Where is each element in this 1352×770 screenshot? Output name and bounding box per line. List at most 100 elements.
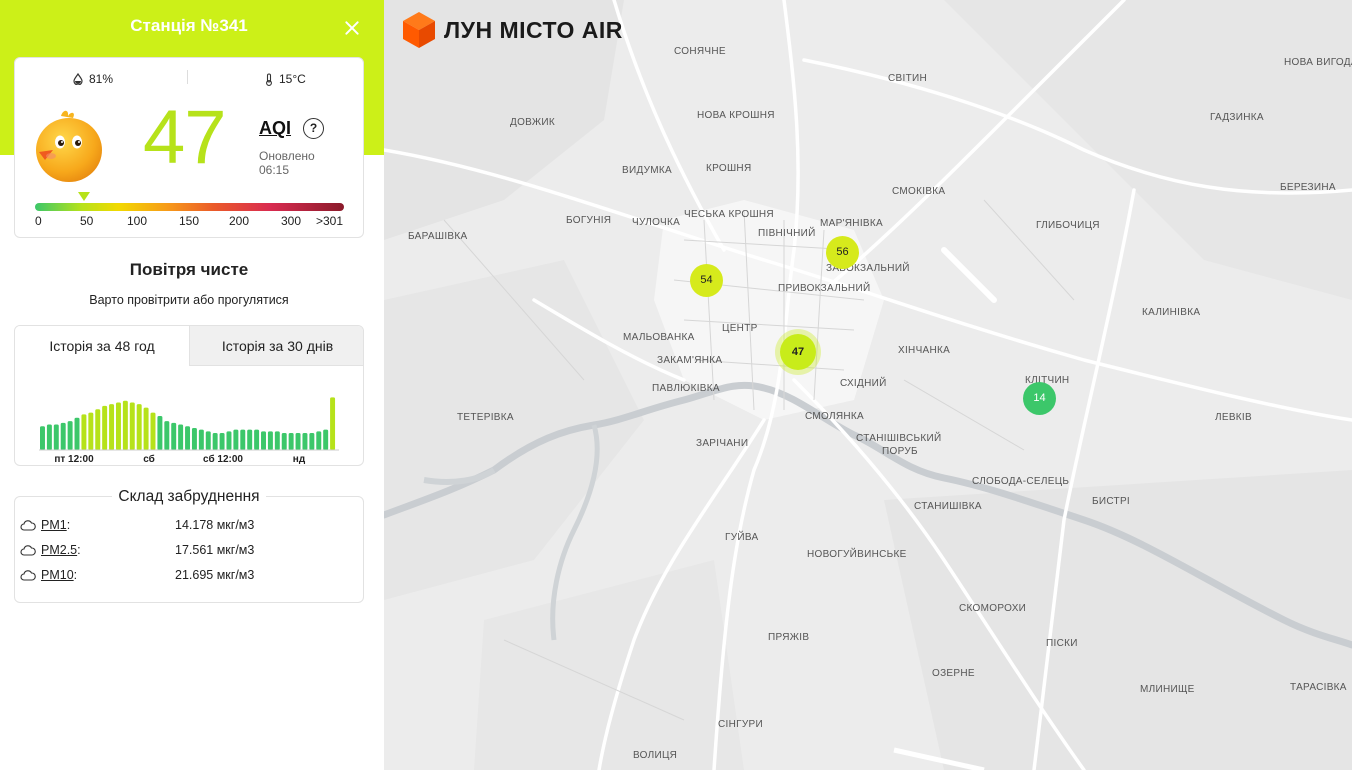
place-label: ЦЕНТР [722, 323, 758, 334]
history-bar[interactable] [157, 416, 163, 450]
aqi-help-button[interactable]: ? [303, 118, 324, 139]
chart-x-label: сб 12:00 [203, 453, 243, 465]
tab-history-30d[interactable]: Історія за 30 днів [190, 326, 363, 366]
history-bar[interactable] [46, 424, 52, 450]
humidity-value: 81% [89, 72, 114, 86]
place-label: БИСТРІ [1092, 496, 1130, 507]
history-bar[interactable] [53, 424, 59, 450]
place-label: ПІСКИ [1046, 638, 1078, 649]
history-bar[interactable] [129, 402, 135, 450]
history-bar[interactable] [267, 431, 273, 450]
place-label: КАЛИНІВКА [1142, 307, 1201, 318]
cloud-icon [20, 545, 36, 556]
pm-sep: : [66, 518, 71, 532]
place-label: БАРАШІВКА [408, 231, 468, 242]
pm25-value: 17.561 мкг/м3 [175, 543, 255, 557]
droplet-icon [73, 73, 83, 85]
marker-value: 47 [791, 346, 805, 358]
history-bar[interactable] [81, 414, 87, 450]
place-label: ЗАКАМ'ЯНКА [657, 355, 723, 366]
place-label: ОЗЕРНЕ [932, 668, 975, 679]
history-bar[interactable] [302, 433, 308, 450]
history-bar[interactable] [240, 429, 246, 450]
history-bar[interactable] [295, 433, 301, 450]
aqi-card: 81% 15°C 47 AQI ? Оновлено 06:15 0 50 10… [14, 57, 364, 238]
history-bar[interactable] [274, 431, 280, 450]
history-bar[interactable] [122, 400, 128, 450]
history-bar[interactable] [136, 404, 142, 450]
thermometer-icon [266, 72, 272, 86]
history-bar[interactable] [60, 422, 66, 450]
station-marker[interactable]: 54 [690, 264, 723, 297]
place-label: НОВА КРОШНЯ [697, 110, 775, 121]
history-bar[interactable] [330, 397, 336, 450]
place-label: СІНГУРИ [718, 719, 763, 730]
temperature-value: 15°C [279, 72, 306, 86]
air-status-advice: Варто провітрити або прогулятися [89, 293, 289, 307]
history-bar[interactable] [212, 433, 218, 450]
scale-tick: 300 [281, 214, 302, 228]
selected-station-marker[interactable]: 47 [780, 334, 816, 370]
history-bar[interactable] [115, 402, 121, 450]
close-icon[interactable] [340, 16, 364, 40]
place-label: МАР'ЯНІВКА [820, 218, 883, 229]
history-bar[interactable] [171, 422, 177, 450]
place-label: СМОЛЯНКА [805, 411, 865, 422]
scale-tick: 100 [127, 214, 148, 228]
history-bar[interactable] [143, 407, 149, 450]
history-bar[interactable] [309, 433, 315, 450]
pm-row: PM1 : [20, 516, 70, 534]
place-label: МАЛЬОВАНКА [623, 332, 695, 343]
place-label: СХІДНИЙ [840, 378, 887, 389]
history-bar[interactable] [191, 427, 197, 450]
place-label: БОГУНІЯ [566, 215, 612, 226]
history-bar[interactable] [109, 404, 115, 450]
history-bar[interactable] [261, 431, 266, 450]
aqi-scale-marker [78, 192, 90, 201]
history-bar[interactable] [323, 429, 329, 450]
tab-history-48h[interactable]: Історія за 48 год [15, 326, 190, 366]
history-bar[interactable] [102, 405, 108, 450]
city-map[interactable]: ЛУН МІСТО AIR СОНЯЧНЕ СВІТИН НОВА ВИГОДА… [384, 0, 1352, 770]
history-bar[interactable] [185, 426, 191, 450]
pm-row: PM10 : [20, 566, 77, 584]
luni-misto-air-logo[interactable]: ЛУН МІСТО AIR [402, 11, 623, 49]
history-bar[interactable] [288, 433, 294, 450]
aqi-label-link[interactable]: AQI [259, 118, 291, 139]
history-bar[interactable] [40, 426, 45, 450]
history-bar[interactable] [74, 417, 80, 450]
place-label: ВИДУМКА [622, 165, 673, 176]
place-label: ГАДЗИНКА [1210, 112, 1264, 123]
history-bar[interactable] [150, 412, 156, 450]
history-bar[interactable] [205, 431, 211, 450]
history-bar[interactable] [316, 431, 322, 450]
pm-sep: : [73, 568, 78, 582]
history-bar[interactable] [254, 429, 260, 450]
place-label: ГЛИБОЧИЦЯ [1036, 220, 1100, 231]
history-bar[interactable] [88, 412, 94, 450]
pm25-link[interactable]: PM2.5 [41, 543, 77, 557]
history-bar[interactable] [281, 433, 287, 450]
history-bar[interactable] [226, 431, 232, 450]
history-bar[interactable] [219, 433, 225, 450]
station-marker[interactable]: 56 [826, 236, 859, 269]
place-label: ХІНЧАНКА [898, 345, 951, 356]
pm10-link[interactable]: PM10 [41, 568, 74, 582]
history-bar[interactable] [67, 421, 73, 450]
station-marker[interactable]: 14 [1023, 382, 1056, 415]
pm-sep: : [77, 543, 81, 557]
history-bar[interactable] [164, 421, 170, 450]
aqi-value: 47 [143, 95, 227, 180]
history-bar[interactable] [247, 429, 253, 450]
pm1-link[interactable]: PM1 [41, 518, 67, 532]
place-label: ТЕТЕРІВКА [457, 412, 514, 423]
pollution-title-text: Склад забруднення [112, 488, 266, 505]
scale-tick: 50 [80, 214, 94, 228]
history-bar[interactable] [233, 429, 239, 450]
history-bar[interactable] [95, 409, 101, 450]
place-label: ПРИВОКЗАЛЬНИЙ [778, 283, 871, 294]
history-bar[interactable] [198, 429, 204, 450]
place-label: ЗАРІЧАНИ [696, 438, 749, 449]
place-label: СМОКІВКА [892, 186, 946, 197]
history-bar[interactable] [178, 424, 184, 450]
